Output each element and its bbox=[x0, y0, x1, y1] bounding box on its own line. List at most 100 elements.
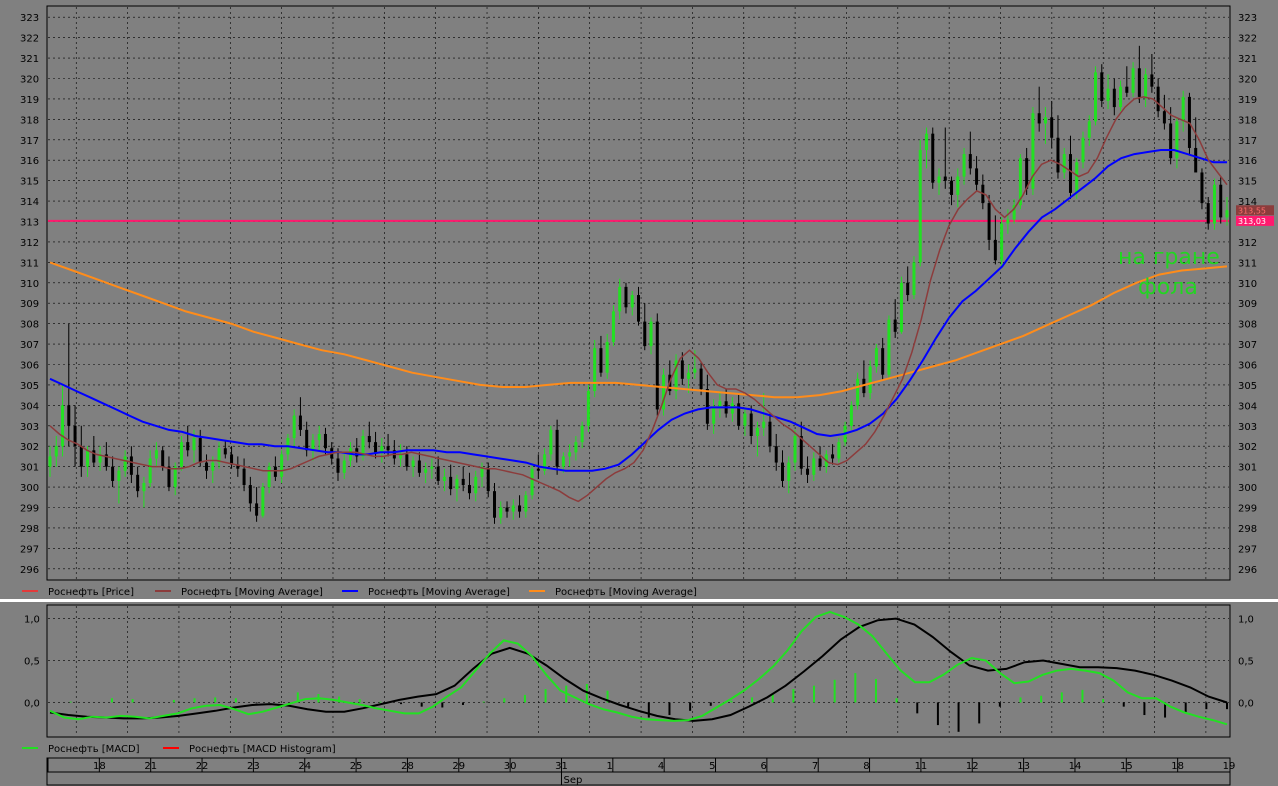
price-candle-body bbox=[411, 460, 415, 467]
price-candle-body bbox=[624, 286, 628, 308]
price-y-tick-label: 298 bbox=[1238, 524, 1257, 535]
macd-y-tick-label: 1,0 bbox=[1238, 615, 1254, 626]
price-y-tick-label: 316 bbox=[1238, 156, 1257, 167]
price-candle-body bbox=[1156, 86, 1160, 112]
price-candle-body bbox=[680, 360, 684, 379]
price-y-tick-label: 299 bbox=[1238, 504, 1257, 515]
macd-y-tick-label: 1,0 bbox=[24, 615, 40, 626]
price-candle-body bbox=[755, 427, 759, 436]
price-y-tick-label: 304 bbox=[1238, 401, 1257, 412]
price-candle-body bbox=[906, 282, 910, 296]
price-candle-body bbox=[1094, 72, 1098, 122]
chart-root: 296 297 298 299 300 301 302 303 304 305 306 307 308 3… bbox=[0, 0, 1278, 786]
price-y-tick-label: 308 bbox=[1238, 320, 1257, 331]
price-candle-body bbox=[831, 454, 835, 459]
price-candle-body bbox=[1081, 137, 1085, 163]
price-candle-body bbox=[505, 507, 509, 512]
price-candle-body bbox=[793, 436, 797, 463]
price-candle-body bbox=[518, 505, 522, 512]
price-candle-body bbox=[643, 321, 647, 347]
price-candle-body bbox=[1206, 203, 1210, 224]
price-candle-body bbox=[806, 468, 810, 475]
price-candle-body bbox=[993, 239, 997, 261]
price-candle-body bbox=[61, 405, 65, 447]
macd-y-tick-label: 0,0 bbox=[24, 698, 40, 709]
price-candle-body bbox=[749, 413, 753, 436]
price-candle-body bbox=[956, 176, 960, 195]
price-y-tick-label: 315 bbox=[1238, 177, 1257, 188]
price-candle-body bbox=[762, 421, 766, 428]
price-candle-body bbox=[1006, 219, 1010, 224]
price-candle-body bbox=[280, 454, 284, 477]
price-candle-body bbox=[1087, 121, 1091, 138]
legend-label-ma-short: Роснефть [Moving Average] bbox=[181, 587, 323, 598]
price-candle-body bbox=[530, 468, 534, 496]
last-price-label-2: 313,03 bbox=[1238, 217, 1266, 226]
price-y-tick-label: 321 bbox=[20, 54, 39, 65]
price-y-tick-label: 303 bbox=[1238, 422, 1257, 433]
price-candle-body bbox=[1144, 74, 1148, 97]
panel-separator[interactable] bbox=[0, 599, 1278, 602]
price-candle-body bbox=[599, 348, 603, 373]
price-y-tick-label: 297 bbox=[20, 544, 39, 555]
price-y-tick-label: 305 bbox=[20, 381, 39, 392]
price-y-tick-label: 298 bbox=[20, 524, 39, 535]
price-candle-body bbox=[536, 468, 540, 471]
price-candle-body bbox=[342, 460, 346, 473]
price-y-tick-label: 322 bbox=[20, 34, 39, 45]
price-candle-body bbox=[768, 421, 772, 447]
last-price-label-1: 313,55 bbox=[1238, 206, 1266, 215]
price-candle-body bbox=[787, 462, 791, 481]
price-candle-body bbox=[48, 456, 52, 467]
price-candle-body bbox=[799, 436, 803, 469]
price-candle-body bbox=[417, 460, 421, 473]
price-y-tick-label: 296 bbox=[1238, 565, 1257, 576]
price-candle-body bbox=[1200, 172, 1204, 204]
price-candle-body bbox=[611, 311, 615, 343]
price-candle-body bbox=[937, 176, 941, 183]
price-candle-body bbox=[881, 348, 885, 375]
price-candle-body bbox=[1125, 86, 1129, 93]
price-y-tick-label: 319 bbox=[20, 95, 39, 106]
x-axis-tick-label: 19 bbox=[1223, 761, 1236, 772]
price-candle-body bbox=[430, 466, 434, 469]
price-candle-body bbox=[129, 456, 133, 475]
price-candle-body bbox=[442, 476, 446, 481]
price-candle-body bbox=[123, 456, 127, 471]
price-candle-body bbox=[931, 133, 935, 183]
price-candle-body bbox=[950, 180, 954, 195]
price-candle-body bbox=[374, 442, 378, 453]
price-candle-body bbox=[1162, 111, 1166, 124]
price-candle-body bbox=[943, 176, 947, 181]
price-candle-body bbox=[705, 389, 709, 424]
price-candle-body bbox=[261, 487, 265, 516]
price-candle-body bbox=[67, 405, 71, 426]
price-candle-body bbox=[493, 491, 497, 518]
price-candle-body bbox=[311, 440, 315, 451]
price-candle-body bbox=[849, 405, 853, 426]
price-y-tick-label: 309 bbox=[20, 299, 39, 310]
price-candle-body bbox=[136, 474, 140, 492]
price-candle-body bbox=[580, 425, 584, 443]
price-y-tick-label: 304 bbox=[20, 401, 39, 412]
price-y-tick-label: 303 bbox=[20, 422, 39, 433]
price-candle-body bbox=[161, 450, 165, 467]
price-candle-body bbox=[499, 507, 503, 518]
price-candle-body bbox=[211, 462, 215, 471]
price-y-tick-label: 311 bbox=[1238, 258, 1257, 269]
price-y-tick-label: 317 bbox=[20, 136, 39, 147]
price-candle-body bbox=[154, 450, 158, 459]
price-candle-body bbox=[386, 446, 390, 451]
x-axis-tick-label: 8 bbox=[863, 761, 869, 772]
x-axis-tick-label: 5 bbox=[709, 761, 715, 772]
price-candle-body bbox=[1062, 154, 1066, 173]
price-candle-body bbox=[561, 456, 565, 467]
price-candle-body bbox=[179, 442, 183, 467]
price-candle-body bbox=[693, 368, 697, 373]
price-y-tick-label: 302 bbox=[20, 442, 39, 453]
price-candle-body bbox=[242, 468, 246, 486]
price-candle-body bbox=[1000, 223, 1004, 261]
price-y-tick-label: 315 bbox=[20, 177, 39, 188]
price-candle-body bbox=[1225, 210, 1229, 218]
price-y-tick-label: 316 bbox=[20, 156, 39, 167]
